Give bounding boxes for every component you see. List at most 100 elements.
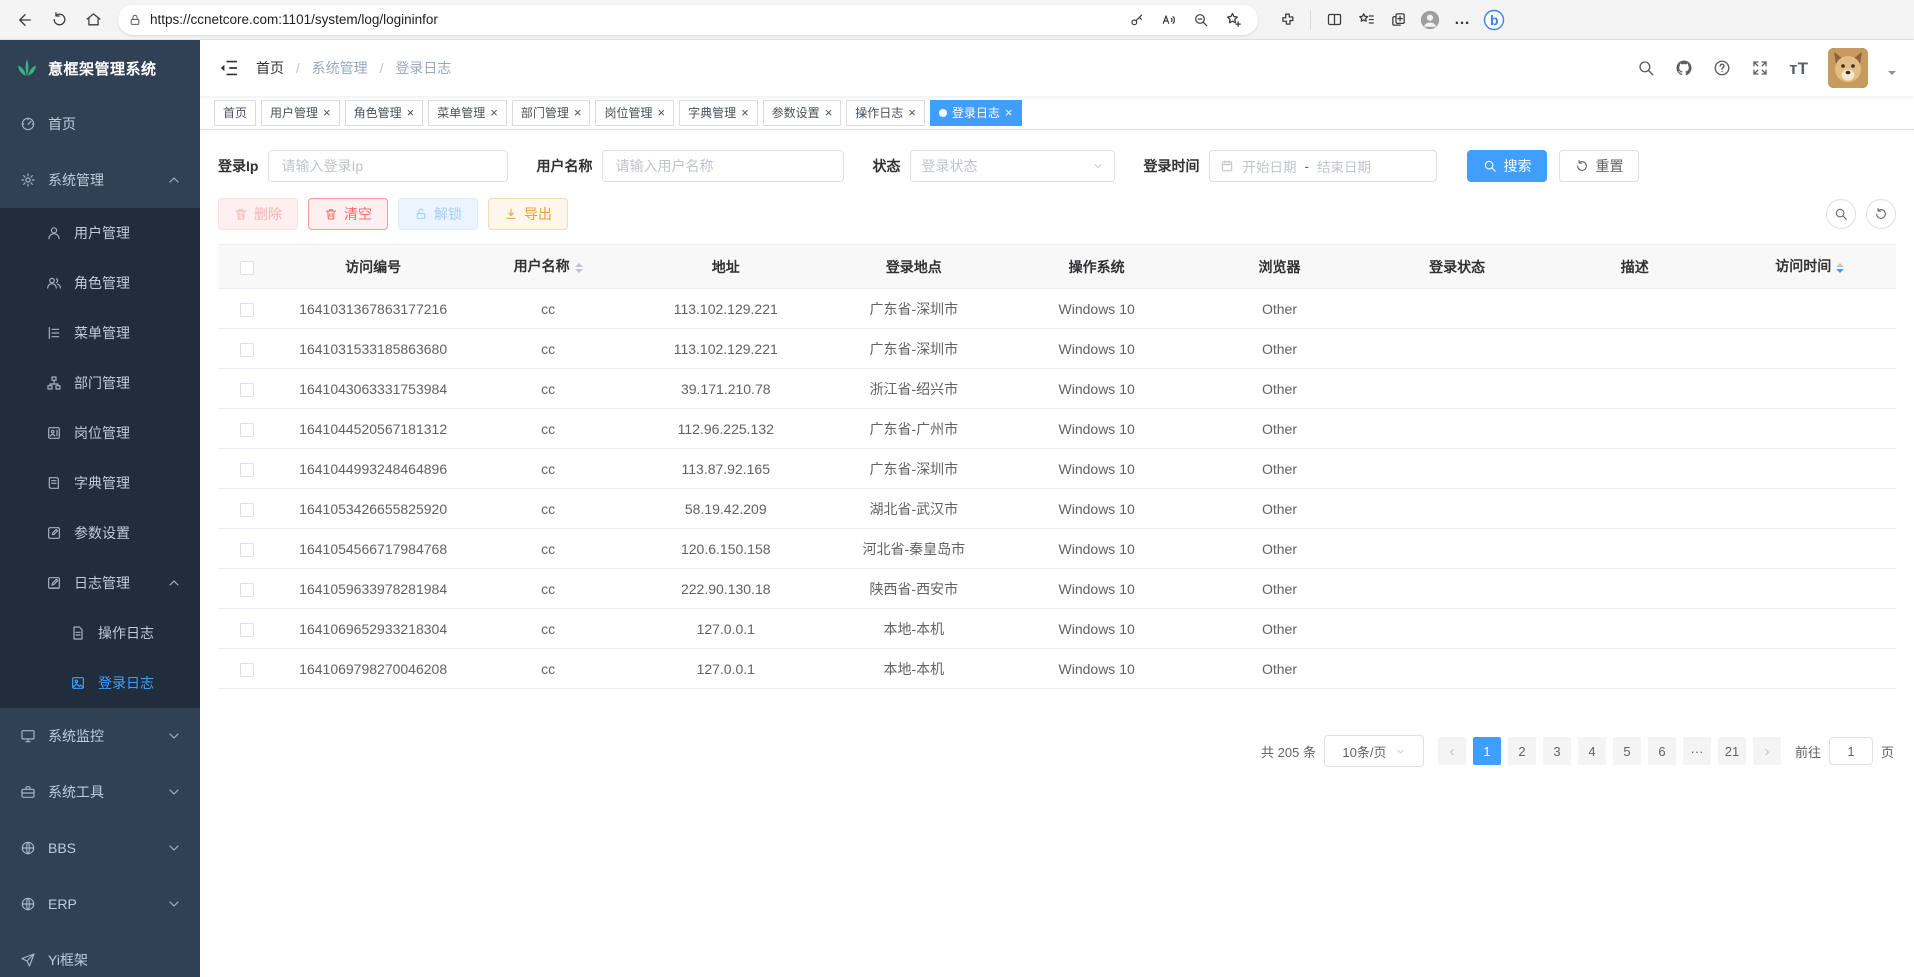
sidebar-item-系统工具[interactable]: 系统工具	[0, 764, 200, 820]
column-header[interactable]: 用户名称	[470, 245, 627, 289]
page-button-6[interactable]: 6	[1648, 737, 1676, 765]
browser-reload-icon[interactable]	[44, 5, 74, 35]
sidebar-item-系统监控[interactable]: 系统监控	[0, 708, 200, 764]
sort-carets-icon[interactable]	[575, 259, 583, 277]
clear-button[interactable]: 清空	[308, 198, 388, 230]
page-button-5[interactable]: 5	[1613, 737, 1641, 765]
row-checkbox[interactable]	[240, 383, 254, 397]
tab-部门管理[interactable]: 部门管理×	[512, 100, 591, 126]
close-icon[interactable]: ×	[574, 106, 582, 119]
sidebar-item-首页[interactable]: 首页	[0, 96, 200, 152]
page-button-21[interactable]: 21	[1718, 737, 1746, 765]
tab-岗位管理[interactable]: 岗位管理×	[595, 100, 674, 126]
next-page-button[interactable]: ›	[1753, 737, 1781, 765]
tab-字典管理[interactable]: 字典管理×	[679, 100, 758, 126]
sidebar-item-BBS[interactable]: BBS	[0, 820, 200, 876]
url-text[interactable]: https://ccnetcore.com:1101/system/log/lo…	[150, 12, 1122, 27]
browser-profile-icon[interactable]	[1415, 5, 1445, 35]
user-avatar[interactable]	[1828, 48, 1868, 88]
sidebar-item-部门管理[interactable]: 部门管理	[0, 358, 200, 408]
add-favorite-icon[interactable]	[1218, 5, 1248, 35]
tab-菜单管理[interactable]: 菜单管理×	[428, 100, 507, 126]
date-range-picker[interactable]: 开始日期 - 结束日期	[1209, 150, 1437, 182]
sidebar-item-日志管理[interactable]: 日志管理	[0, 558, 200, 608]
prev-page-button[interactable]: ‹	[1438, 737, 1466, 765]
close-icon[interactable]: ×	[741, 106, 749, 119]
page-size-select[interactable]: 10条/页	[1324, 735, 1424, 767]
close-icon[interactable]: ×	[407, 106, 415, 119]
select-all-checkbox[interactable]	[240, 261, 254, 275]
tab-参数设置[interactable]: 参数设置×	[763, 100, 842, 126]
row-checkbox[interactable]	[240, 343, 254, 357]
sidebar-item-菜单管理[interactable]: 菜单管理	[0, 308, 200, 358]
page-button-1[interactable]: 1	[1473, 737, 1501, 765]
browser-back-icon[interactable]	[10, 5, 40, 35]
user-name-input[interactable]	[602, 150, 844, 182]
close-icon[interactable]: ×	[490, 106, 498, 119]
browser-more-icon[interactable]: …	[1447, 5, 1477, 35]
page-button-4[interactable]: 4	[1578, 737, 1606, 765]
goto-page-input[interactable]	[1829, 737, 1873, 765]
github-icon[interactable]	[1675, 59, 1693, 77]
sidebar-item-岗位管理[interactable]: 岗位管理	[0, 408, 200, 458]
more-pages-button[interactable]: ···	[1683, 737, 1711, 765]
address-bar[interactable]: https://ccnetcore.com:1101/system/log/lo…	[118, 5, 1258, 35]
row-checkbox[interactable]	[240, 463, 254, 477]
status-select[interactable]: 登录状态	[910, 150, 1115, 182]
refresh-table-button[interactable]	[1866, 199, 1896, 229]
header-search-icon[interactable]	[1637, 59, 1655, 77]
sidebar-item-字典管理[interactable]: 字典管理	[0, 458, 200, 508]
collections-icon[interactable]	[1383, 5, 1413, 35]
breadcrumb-home[interactable]: 首页	[256, 60, 284, 76]
sidebar-item-用户管理[interactable]: 用户管理	[0, 208, 200, 258]
row-checkbox[interactable]	[240, 423, 254, 437]
sidebar-item-参数设置[interactable]: 参数设置	[0, 508, 200, 558]
page-button-3[interactable]: 3	[1543, 737, 1571, 765]
sidebar-item-ERP[interactable]: ERP	[0, 876, 200, 932]
tab-用户管理[interactable]: 用户管理×	[261, 100, 340, 126]
sort-carets-icon[interactable]	[1836, 259, 1844, 277]
favorites-bar-icon[interactable]	[1351, 5, 1381, 35]
help-icon[interactable]	[1713, 59, 1731, 77]
sidebar-item-操作日志[interactable]: 操作日志	[0, 608, 200, 658]
read-aloud-icon[interactable]	[1154, 5, 1184, 35]
close-icon[interactable]: ×	[657, 106, 665, 119]
sidebar-item-系统管理[interactable]: 系统管理	[0, 152, 200, 208]
search-button[interactable]: 搜索	[1467, 150, 1547, 182]
login-ip-input[interactable]	[268, 150, 508, 182]
extensions-icon[interactable]	[1272, 5, 1302, 35]
search-toggle-button[interactable]	[1826, 199, 1856, 229]
row-checkbox[interactable]	[240, 583, 254, 597]
reset-button[interactable]: 重置	[1559, 150, 1639, 182]
unlock-button[interactable]: 解锁	[398, 198, 478, 230]
collapse-menu-icon[interactable]	[218, 57, 240, 79]
export-button[interactable]: 导出	[488, 198, 568, 230]
password-key-icon[interactable]	[1122, 5, 1152, 35]
close-icon[interactable]: ×	[825, 106, 833, 119]
row-checkbox[interactable]	[240, 623, 254, 637]
row-checkbox[interactable]	[240, 543, 254, 557]
avatar-caret-down-icon[interactable]	[1888, 71, 1896, 79]
close-icon[interactable]: ×	[323, 106, 331, 119]
close-icon[interactable]: ×	[1005, 106, 1013, 119]
row-checkbox[interactable]	[240, 503, 254, 517]
bing-chat-icon[interactable]	[1479, 5, 1509, 35]
sidebar-item-角色管理[interactable]: 角色管理	[0, 258, 200, 308]
font-size-icon[interactable]: ᴛT	[1789, 60, 1808, 77]
fullscreen-icon[interactable]	[1751, 59, 1769, 77]
delete-button[interactable]: 删除	[218, 198, 298, 230]
browser-home-icon[interactable]	[78, 5, 108, 35]
sidebar-item-登录日志[interactable]: 登录日志	[0, 658, 200, 708]
row-checkbox[interactable]	[240, 303, 254, 317]
zoom-out-icon[interactable]	[1186, 5, 1216, 35]
split-screen-icon[interactable]	[1319, 5, 1349, 35]
column-header[interactable]: 访问时间	[1724, 245, 1896, 289]
tab-角色管理[interactable]: 角色管理×	[345, 100, 424, 126]
tab-操作日志[interactable]: 操作日志×	[846, 100, 925, 126]
row-checkbox[interactable]	[240, 663, 254, 677]
page-button-2[interactable]: 2	[1508, 737, 1536, 765]
close-icon[interactable]: ×	[908, 106, 916, 119]
tab-首页[interactable]: 首页	[214, 100, 256, 126]
sidebar-item-Yi框架[interactable]: Yi框架	[0, 932, 200, 977]
tab-登录日志[interactable]: 登录日志×	[930, 100, 1022, 126]
